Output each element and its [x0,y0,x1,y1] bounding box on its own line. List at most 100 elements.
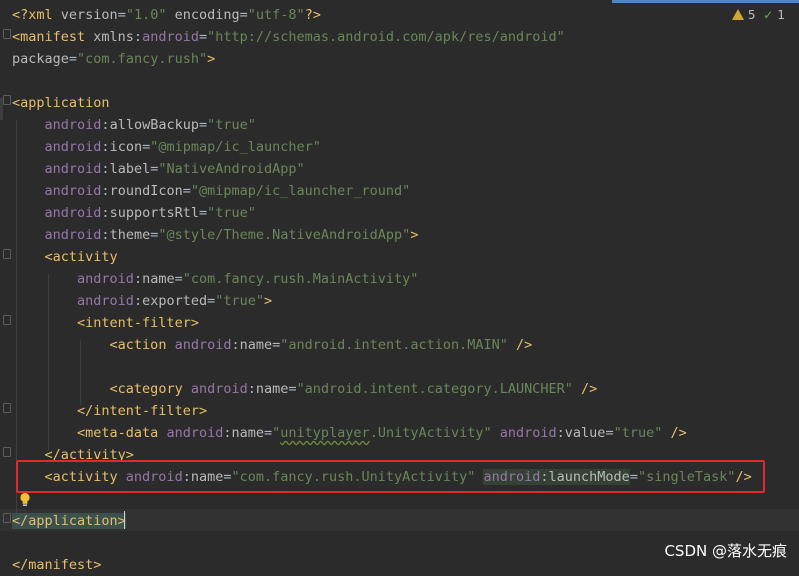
code-token: </intent-filter> [77,403,208,419]
code-token: android [44,139,102,155]
code-line[interactable]: </manifest> [12,554,101,576]
code-token: android [142,29,199,45]
code-token: : [133,271,143,287]
code-line[interactable]: </application> [12,510,126,532]
annotation-highlight-box [16,460,765,493]
code-token: "true" [207,205,256,221]
text-caret [124,511,125,529]
lightbulb-icon[interactable] [19,492,31,507]
code-token: /> [662,425,687,441]
code-token: android [77,271,134,287]
code-token: : [101,161,110,177]
weak-warning-count: 1 [777,8,785,22]
warning-count: 5 [747,8,756,22]
code-line[interactable]: android:roundIcon="@mipmap/ic_launcher_r… [12,180,411,202]
fold-icon[interactable] [3,513,11,523]
code-token: android [44,183,102,199]
code-token: = [605,425,614,441]
code-line[interactable]: android:exported="true"> [12,290,272,312]
code-token: android [174,337,232,353]
code-token: android [190,381,248,397]
code-line[interactable]: <intent-filter> [12,312,199,334]
code-line[interactable]: <application [12,92,110,114]
code-token: "true" [613,425,663,441]
code-token: .UnityActivity" [369,425,492,441]
code-token: "android.intent.category.LAUNCHER" [296,381,573,397]
code-token: : [101,227,110,243]
code-token: <? [12,7,29,23]
code-token: "true" [207,117,256,133]
code-token: > [410,227,419,243]
code-token: : [101,183,110,199]
code-token: "utf-8" [247,7,305,23]
code-token: roundIcon [109,183,183,199]
code-line[interactable]: package="com.fancy.rush"> [12,48,215,70]
code-token: version [60,7,118,23]
code-editor[interactable]: <?xml version="1.0" encoding="utf-8"?> <m… [0,0,799,573]
code-token: ?> [304,7,321,23]
code-token: = [264,425,273,441]
code-token: : [101,139,110,155]
fold-icon[interactable] [3,29,11,39]
code-token: <intent-filter> [77,315,199,331]
code-line[interactable]: <meta-data android:name="unityplayer.Uni… [12,422,687,444]
code-token: name [255,381,289,397]
code-token: = [198,205,208,221]
code-token: theme [109,227,151,243]
code-line[interactable]: android:supportsRtl="true" [12,202,256,224]
horizontal-scrollbar-thumb[interactable] [612,0,799,3]
code-line[interactable]: <category android:name="android.intent.c… [12,378,598,400]
code-token: > [207,51,216,67]
code-token: = [198,29,208,45]
code-line[interactable]: <action android:name="android.intent.act… [12,334,533,356]
code-line[interactable]: android:name="com.fancy.rush.MainActivit… [12,268,418,290]
code-token: android [77,293,134,309]
code-token: "com.fancy.rush.MainActivity" [182,271,419,287]
warning-icon [731,9,744,20]
code-line[interactable]: <?xml version="1.0" encoding="utf-8"?> [12,4,321,26]
code-token: "true" [215,293,265,309]
code-line[interactable]: android:theme="@style/Theme.NativeAndroi… [12,224,419,246]
code-line[interactable]: <activity [12,246,118,268]
fold-icon[interactable] [3,249,11,259]
code-line[interactable]: android:allowBackup="true" [12,114,256,136]
code-token: android [44,227,102,243]
code-token: xmlns [93,29,134,45]
code-line[interactable]: android:label="NativeAndroidApp" [12,158,305,180]
code-token: icon [109,139,143,155]
code-token: = [198,117,208,133]
code-line[interactable]: android:icon="@mipmap/ic_launcher" [12,136,321,158]
code-token: value [564,425,606,441]
code-token: = [174,271,183,287]
fold-icon[interactable] [3,403,11,413]
code-token: <application [12,95,110,111]
code-token: android [499,425,557,441]
code-token: "http://schemas.android.com/apk/res/andr… [207,29,565,45]
code-token: encoding [174,7,240,23]
fold-icon[interactable] [3,95,11,105]
fold-icon[interactable] [3,447,11,457]
inspection-widget[interactable]: 5 ✓ 1 [728,6,785,24]
code-line[interactable]: </intent-filter> [12,400,207,422]
code-token: label [109,161,151,177]
code-token: xml [28,7,61,23]
code-token: = [117,7,126,23]
code-token: android [44,205,102,221]
code-token: > [264,293,273,309]
fold-icon[interactable] [3,315,11,325]
code-token: android [44,117,102,133]
code-token: name [142,271,175,287]
code-line[interactable]: <manifest xmlns:android="http://schemas.… [12,26,565,48]
